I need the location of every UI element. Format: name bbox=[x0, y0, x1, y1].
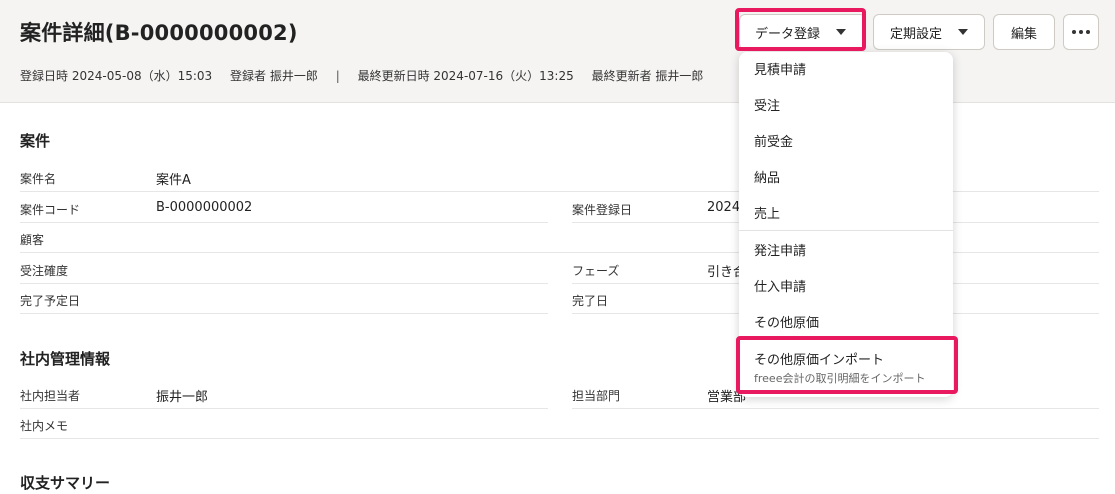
creator-value: 振井一郎 bbox=[269, 69, 318, 83]
field-label: 顧客 bbox=[20, 233, 45, 247]
field-row-memo: 社内メモ bbox=[20, 409, 1099, 439]
section-title-internal: 社内管理情報 bbox=[20, 350, 111, 368]
field-label: 受注確度 bbox=[20, 264, 69, 278]
menu-item-label: 前受金 bbox=[754, 135, 794, 150]
menu-item-label: 受注 bbox=[754, 99, 781, 114]
created-label: 登録日時 bbox=[20, 69, 69, 83]
field-label: 案件登録日 bbox=[572, 203, 633, 217]
menu-item-advance-payment[interactable]: 前受金 bbox=[739, 122, 953, 158]
menu-item-other-cost-import[interactable]: その他原価インポート freee会計の取引明細をインポート bbox=[739, 340, 953, 390]
more-horizontal-icon bbox=[1072, 30, 1090, 34]
menu-item-delivery[interactable]: 納品 bbox=[739, 158, 953, 194]
data-register-menu: 見積申請 受注 前受金 納品 売上 発注申請 仕入申請 その他原価 その他原価イ… bbox=[739, 52, 953, 397]
chevron-down-icon bbox=[836, 29, 847, 35]
menu-item-quote-request[interactable]: 見積申請 bbox=[739, 52, 953, 86]
menu-item-label: その他原価インポート bbox=[754, 353, 885, 368]
menu-item-order-received[interactable]: 受注 bbox=[739, 86, 953, 122]
field-label: 完了日 bbox=[572, 294, 609, 308]
field-label: 社内担当者 bbox=[20, 389, 81, 403]
edit-button[interactable]: 編集 bbox=[993, 14, 1055, 50]
section-title-case: 案件 bbox=[20, 132, 51, 150]
field-row-case-code: 案件コード B-0000000002 bbox=[20, 193, 548, 223]
record-meta: 登録日時 2024-05-08（水）15:03 登録者 振井一郎 | 最終更新日… bbox=[20, 67, 703, 84]
menu-item-label: 納品 bbox=[754, 171, 781, 186]
field-row-owner: 社内担当者 振井一郎 bbox=[20, 379, 548, 409]
menu-item-label: 発注申請 bbox=[754, 244, 807, 259]
field-value: 2024 bbox=[707, 200, 741, 215]
periodic-settings-button[interactable]: 定期設定 bbox=[873, 14, 985, 50]
menu-item-label: 仕入申請 bbox=[754, 280, 807, 295]
edit-label: 編集 bbox=[1010, 26, 1037, 42]
creator-label: 登録者 bbox=[230, 69, 267, 83]
updated-label: 最終更新日時 bbox=[357, 69, 430, 83]
field-label: 案件コード bbox=[20, 203, 81, 217]
field-label: 担当部門 bbox=[572, 389, 621, 403]
menu-item-label: その他原価 bbox=[754, 316, 820, 331]
data-register-button[interactable]: データ登録 bbox=[739, 14, 866, 50]
menu-item-other-cost[interactable]: その他原価 bbox=[739, 303, 953, 339]
more-actions-button[interactable] bbox=[1063, 14, 1099, 50]
menu-item-label: 売上 bbox=[754, 207, 781, 222]
meta-separator: | bbox=[335, 69, 340, 83]
field-label: 案件名 bbox=[20, 172, 57, 186]
field-row-due-date: 完了予定日 bbox=[20, 284, 548, 314]
created-value: 2024-05-08（水）15:03 bbox=[71, 69, 213, 83]
data-register-label: データ登録 bbox=[755, 26, 821, 42]
menu-item-purchase-request[interactable]: 仕入申請 bbox=[739, 267, 953, 303]
field-label: 完了予定日 bbox=[20, 294, 81, 308]
field-value: 振井一郎 bbox=[156, 390, 209, 405]
field-value: B-0000000002 bbox=[156, 200, 253, 215]
field-label: 社内メモ bbox=[20, 419, 69, 433]
menu-item-sales[interactable]: 売上 bbox=[739, 194, 953, 230]
field-value: 案件A bbox=[156, 173, 191, 188]
page-title: 案件詳細(B-0000000002) bbox=[20, 21, 298, 45]
updater-label: 最終更新者 bbox=[591, 69, 652, 83]
periodic-settings-label: 定期設定 bbox=[890, 26, 943, 42]
field-label: フェーズ bbox=[572, 264, 620, 278]
section-title-summary: 収支サマリー bbox=[20, 474, 111, 492]
menu-item-label: 見積申請 bbox=[754, 63, 807, 78]
field-row-certainty: 受注確度 bbox=[20, 254, 548, 284]
menu-item-purchase-order-request[interactable]: 発注申請 bbox=[739, 231, 953, 267]
menu-item-description: freee会計の取引明細をインポート bbox=[754, 372, 926, 385]
updated-value: 2024-07-16（火）13:25 bbox=[433, 69, 574, 83]
updater-value: 振井一郎 bbox=[655, 69, 704, 83]
chevron-down-icon bbox=[958, 29, 969, 35]
